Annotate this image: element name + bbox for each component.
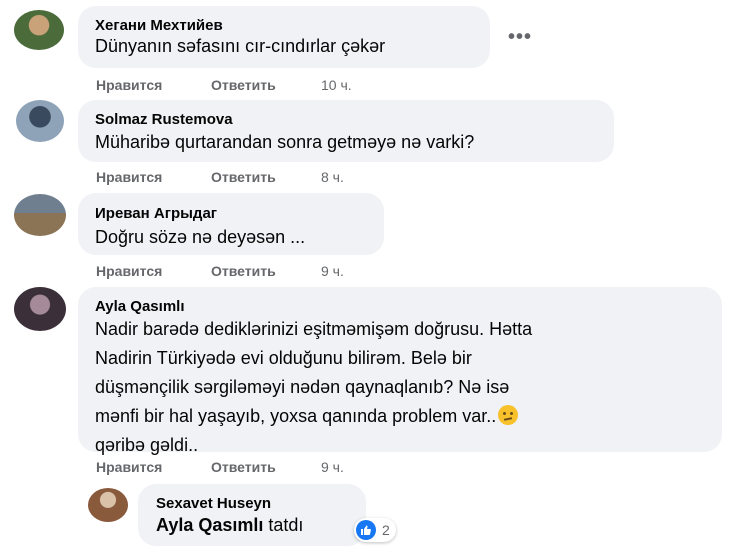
reply-link[interactable]: Ответить xyxy=(211,459,276,475)
avatar[interactable] xyxy=(14,10,64,50)
like-link[interactable]: Нравится xyxy=(96,169,162,185)
comment-author[interactable]: Иреван Агрыдаг xyxy=(95,205,217,222)
mention-link[interactable]: Ayla Qasımlı xyxy=(156,515,263,535)
comment-line: Nadir barədə dediklərinizi eşitməmişəm d… xyxy=(95,319,533,339)
avatar[interactable] xyxy=(14,287,66,331)
comment-line: mənfi bir hal yaşayıb, yoxsa qanında pro… xyxy=(95,402,715,431)
thinking-face-emoji-icon xyxy=(498,405,519,425)
reply-link[interactable]: Ответить xyxy=(211,77,276,93)
comment-timestamp[interactable]: 10 ч. xyxy=(321,77,352,93)
comment-line: Nadirin Türkiyədə evi olduğunu bilirəm. … xyxy=(95,348,472,368)
avatar[interactable] xyxy=(88,488,128,522)
comment-bubble: Ayla Qasımlı Nadir barədə dediklərinizi … xyxy=(78,287,722,455)
comment-line: qəribə gəldi.. xyxy=(95,435,199,455)
comment-text: Nadir barədə dediklərinizi eşitməmişəm d… xyxy=(95,315,715,460)
reaction-count: 2 xyxy=(382,522,390,538)
reply-text: Ayla Qasımlı tatdı xyxy=(156,511,303,540)
comment-author[interactable]: Solmaz Rustemova xyxy=(95,111,233,128)
reaction-summary[interactable]: 2 xyxy=(354,518,396,542)
comment-author[interactable]: Ayla Qasımlı xyxy=(95,298,185,315)
avatar[interactable] xyxy=(14,194,66,236)
reply-bubble: Sexavet Huseyn Ayla Qasımlı tatdı xyxy=(138,484,366,546)
comment-timestamp[interactable]: 9 ч. xyxy=(321,459,344,475)
avatar[interactable] xyxy=(16,100,64,142)
comment-timestamp[interactable]: 8 ч. xyxy=(321,169,344,185)
comment-bubble: Хегани Мехтийев Dünyanın səfasını cır-cı… xyxy=(78,6,490,68)
more-options-icon[interactable]: ••• xyxy=(508,26,532,49)
comment-line-text: mənfi bir hal yaşayıb, yoxsa qanında pro… xyxy=(95,406,497,426)
reply-link[interactable]: Ответить xyxy=(211,263,276,279)
like-link[interactable]: Нравится xyxy=(96,77,162,93)
comment-text: Dünyanın səfasını cır-cındırlar çəkər xyxy=(95,36,386,56)
comment-timestamp[interactable]: 9 ч. xyxy=(321,263,344,279)
comment-line: düşmənçilik sərgiləməyi nədən qaynaqlanı… xyxy=(95,377,510,397)
comment-text: Müharibə qurtarandan sonra getməyə nə va… xyxy=(95,132,475,152)
comment-bubble: Solmaz Rustemova Müharibə qurtarandan so… xyxy=(78,100,614,162)
comment-bubble: Иреван Агрыдаг Doğru sözə nə deyəsən ... xyxy=(78,193,384,255)
comment-text: Doğru sözə nə deyəsən ... xyxy=(95,227,306,247)
like-link[interactable]: Нравится xyxy=(96,263,162,279)
reply-author[interactable]: Sexavet Huseyn xyxy=(156,495,271,512)
like-reaction-icon xyxy=(356,520,376,540)
like-link[interactable]: Нравится xyxy=(96,459,162,475)
reply-text-body: tatdı xyxy=(263,515,304,535)
reply-link[interactable]: Ответить xyxy=(211,169,276,185)
